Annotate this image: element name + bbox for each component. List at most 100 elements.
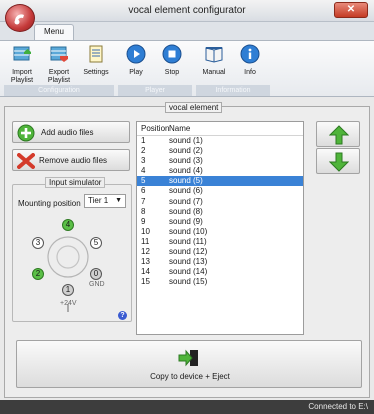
pin-2-button[interactable]: 2: [32, 268, 44, 280]
list-item[interactable]: 9 sound (9): [137, 217, 303, 227]
ribbon: Import Playlist Export Playlist Settings…: [0, 40, 374, 97]
ribbon-tab-row: Menu: [0, 22, 374, 40]
list-item[interactable]: 15 sound (15): [137, 277, 303, 287]
list-item-name: sound (15): [169, 277, 208, 287]
remove-audio-files-button[interactable]: Remove audio files: [12, 149, 130, 171]
arrow-down-icon: [329, 152, 349, 172]
list-item-position: 13: [141, 257, 150, 267]
list-item[interactable]: 12 sound (12): [137, 247, 303, 257]
stop-label: Stop: [164, 69, 180, 76]
add-audio-files-button[interactable]: Add audio files: [12, 121, 130, 143]
sound-list[interactable]: Position Name 1 sound (1) 2 sound (2) 3 sound…: [136, 121, 304, 335]
import-playlist-button[interactable]: Import Playlist: [4, 44, 40, 85]
group-label-information: Information: [196, 85, 270, 96]
list-item[interactable]: 13 sound (13): [137, 257, 303, 267]
list-item[interactable]: 10 sound (10): [137, 227, 303, 237]
list-item[interactable]: 11 sound (11): [137, 237, 303, 247]
plus-24v-label: +24V: [60, 300, 77, 307]
play-icon: [126, 44, 146, 64]
remove-x-icon: [17, 153, 35, 169]
list-item-name: sound (12): [169, 247, 208, 257]
info-button[interactable]: Info: [232, 44, 268, 77]
list-item[interactable]: 4 sound (4): [137, 166, 303, 176]
list-item-position: 10: [141, 226, 150, 236]
settings-button[interactable]: Settings: [78, 44, 114, 77]
play-label: Play: [129, 69, 143, 76]
column-name[interactable]: Name: [169, 122, 190, 135]
pin-0-button[interactable]: 0: [90, 268, 102, 280]
list-item[interactable]: 7 sound (7): [137, 197, 303, 207]
list-header: Position Name: [137, 122, 303, 136]
list-item-name: sound (3): [169, 156, 203, 166]
list-item-name: sound (10): [169, 226, 208, 236]
copy-to-device-button[interactable]: Copy to device + Eject: [16, 340, 362, 388]
mounting-position-value: Tier 1: [88, 196, 109, 205]
list-item-position: 4: [141, 166, 146, 176]
list-item[interactable]: 14 sound (14): [137, 267, 303, 277]
stop-button[interactable]: Stop: [154, 44, 190, 77]
app-logo-icon: [14, 14, 24, 25]
list-item-name: sound (6): [169, 186, 203, 196]
list-item-name: sound (5): [169, 176, 203, 186]
list-item-position: 7: [141, 196, 146, 206]
settings-label: Settings: [83, 69, 109, 76]
app-menu-orb[interactable]: [5, 4, 35, 32]
close-button[interactable]: ✕: [334, 2, 368, 18]
list-item[interactable]: 8 sound (8): [137, 207, 303, 217]
list-item[interactable]: 1 sound (1): [137, 136, 303, 146]
remove-audio-files-label: Remove audio files: [39, 156, 108, 165]
pin-5-button[interactable]: 5: [90, 237, 102, 249]
list-item-position: 11: [141, 236, 150, 246]
info-icon: [240, 44, 260, 64]
input-simulator-title: Input simulator: [45, 177, 106, 188]
column-position[interactable]: Position: [137, 122, 169, 135]
list-item-name: sound (2): [169, 146, 203, 156]
stop-icon: [162, 44, 182, 64]
play-button[interactable]: Play: [118, 44, 154, 77]
move-up-button[interactable]: [316, 121, 360, 147]
manual-icon: [205, 47, 223, 63]
help-icon[interactable]: ?: [118, 311, 127, 320]
manual-button[interactable]: Manual: [196, 44, 232, 77]
group-label-configuration: Configuration: [4, 85, 114, 96]
plus-circle-icon: [17, 124, 35, 142]
list-item-position: 15: [141, 277, 150, 287]
gnd-label: GND: [89, 281, 105, 288]
list-item-position: 1: [141, 136, 146, 145]
list-item[interactable]: 3 sound (3): [137, 156, 303, 166]
info-label: Info: [244, 69, 256, 76]
move-down-button[interactable]: [316, 148, 360, 174]
export-playlist-icon: [50, 46, 68, 62]
list-item-position: 2: [141, 146, 146, 156]
title-bar: vocal element configurator ✕: [0, 0, 374, 22]
list-item-name: sound (4): [169, 166, 203, 176]
import-playlist-label: Import Playlist: [10, 69, 34, 84]
list-item[interactable]: 2 sound (2): [137, 146, 303, 156]
list-item-name: sound (7): [169, 196, 203, 206]
pin-1-button[interactable]: 1: [62, 284, 74, 296]
export-playlist-label: Export Playlist: [47, 69, 71, 84]
copy-eject-icon: [178, 349, 198, 367]
mounting-position-select[interactable]: Tier 1 ▼: [84, 194, 126, 208]
list-item-name: sound (9): [169, 216, 203, 226]
manual-label: Manual: [202, 69, 226, 76]
pin-3-button[interactable]: 3: [32, 237, 44, 249]
settings-icon: [89, 45, 103, 63]
list-item-position: 5: [141, 176, 146, 186]
import-playlist-icon: [13, 46, 31, 61]
list-item-name: sound (8): [169, 206, 203, 216]
list-item-position: 14: [141, 267, 150, 277]
list-item-name: sound (11): [169, 236, 207, 246]
list-item-position: 8: [141, 206, 146, 216]
list-item[interactable]: 6 sound (6): [137, 186, 303, 196]
list-item-position: 6: [141, 186, 146, 196]
add-audio-files-label: Add audio files: [41, 128, 94, 137]
ribbon-group-information: Manual Info Information: [196, 43, 270, 96]
list-item[interactable]: 5 sound (5): [137, 176, 303, 187]
window-title: vocal element configurator: [128, 5, 246, 16]
tab-menu[interactable]: Menu: [34, 24, 74, 40]
list-item-name: sound (13): [169, 257, 208, 267]
pin-4-button[interactable]: 4: [62, 219, 74, 231]
export-playlist-button[interactable]: Export Playlist: [41, 44, 77, 85]
ribbon-group-player: Play Stop Player: [118, 43, 192, 96]
